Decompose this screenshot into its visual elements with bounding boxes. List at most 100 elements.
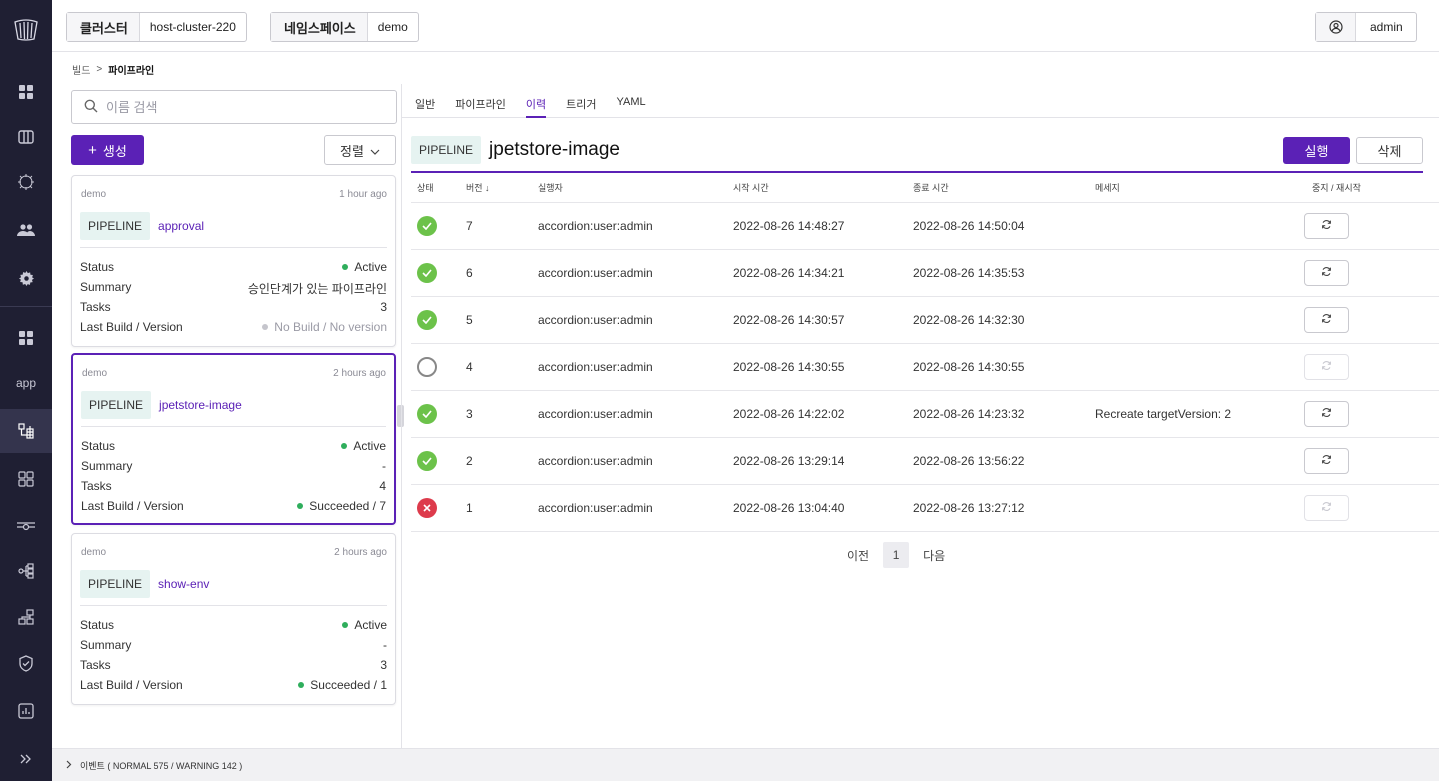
rail-dashboard-icon[interactable]: [0, 70, 52, 114]
rail-apps-icon[interactable]: [0, 316, 52, 360]
build-key: Last Build / Version: [81, 499, 184, 513]
tab-history[interactable]: 이력: [525, 84, 547, 118]
build-value: Succeeded / 7: [297, 499, 386, 513]
history-table: 상태 버전 ↓ 실행자 시작 시간 종료 시간 메세지 중지 / 재시작 7 a…: [411, 173, 1439, 532]
summary-value: -: [382, 459, 386, 473]
rail-settings-icon[interactable]: [0, 256, 52, 300]
namespace-selector[interactable]: 네임스페이스 demo: [270, 12, 419, 42]
search-box[interactable]: [71, 90, 397, 124]
version-cell: 3: [466, 407, 473, 421]
namespace-label: 네임스페이스: [271, 13, 368, 41]
rail-sliders-icon[interactable]: [0, 505, 52, 549]
tab-general[interactable]: 일반: [415, 84, 435, 117]
table-row[interactable]: 5 accordion:user:admin 2022-08-26 14:30:…: [411, 297, 1439, 344]
card-divider: [80, 605, 387, 606]
card-header: PIPELINE show-env: [80, 570, 209, 598]
card-name[interactable]: show-env: [158, 577, 209, 591]
tab-trigger[interactable]: 트리거: [566, 84, 596, 117]
summary-value: -: [383, 638, 387, 652]
breadcrumb-current: 파이프라인: [108, 66, 155, 77]
summary-key: Summary: [80, 280, 132, 294]
user-menu-button[interactable]: admin: [1315, 12, 1417, 42]
card-summary-row: Summary 승인단계가 있는 파이프라인: [80, 280, 387, 297]
restart-button[interactable]: [1304, 307, 1349, 333]
event-bar[interactable]: 이벤트 ( NORMAL 575 / WARNING 142 ): [52, 748, 1439, 781]
card-namespace: demo: [81, 547, 107, 558]
table-row[interactable]: 1 accordion:user:admin 2022-08-26 13:04:…: [411, 485, 1439, 532]
cluster-selector[interactable]: 클러스터 host-cluster-220: [66, 12, 247, 42]
top-bar: 클러스터 host-cluster-220 네임스페이스 demo admin: [52, 0, 1439, 52]
actor-cell: accordion:user:admin: [538, 407, 653, 421]
page-title: jpetstore-image: [489, 139, 620, 160]
pipeline-card-selected[interactable]: demo 2 hours ago PIPELINE jpetstore-imag…: [71, 353, 396, 525]
header-action: 중지 / 재시작: [1312, 183, 1361, 193]
table-row[interactable]: 3 accordion:user:admin 2022-08-26 14:22:…: [411, 391, 1439, 438]
rail-hierarchy-icon[interactable]: [0, 595, 52, 639]
card-summary-row: Summary -: [81, 459, 386, 473]
table-row[interactable]: 6 accordion:user:admin 2022-08-26 14:34:…: [411, 250, 1439, 297]
version-cell: 6: [466, 266, 473, 280]
rail-build-icon[interactable]: [0, 409, 52, 453]
prev-page-button[interactable]: 이전: [847, 547, 869, 564]
card-name[interactable]: jpetstore-image: [159, 398, 242, 412]
success-check-icon: [417, 216, 437, 236]
status-text: Active: [353, 439, 386, 453]
next-page-button[interactable]: 다음: [923, 547, 945, 564]
restart-button[interactable]: [1304, 401, 1349, 427]
rail-app-label: app: [15, 376, 37, 390]
action-cell: [1304, 495, 1349, 521]
status-value: Active: [342, 260, 387, 274]
create-label: 생성: [102, 143, 127, 159]
pipeline-tag: PIPELINE: [411, 136, 482, 164]
card-name[interactable]: approval: [158, 219, 204, 233]
create-button[interactable]: + 생성: [71, 135, 144, 165]
rail-helm-icon[interactable]: [0, 160, 52, 204]
rail-expand-icon[interactable]: [0, 737, 52, 781]
table-row[interactable]: 7 accordion:user:admin 2022-08-26 14:48:…: [411, 203, 1439, 250]
rail-users-icon[interactable]: [0, 208, 52, 252]
restart-button[interactable]: [1304, 260, 1349, 286]
run-button[interactable]: 실행: [1283, 137, 1350, 164]
actor-cell: accordion:user:admin: [538, 219, 653, 233]
success-check-icon: [417, 263, 437, 283]
search-input[interactable]: [106, 99, 366, 115]
pending-circle-icon: [417, 357, 437, 377]
success-dot-icon: [298, 682, 305, 688]
header-status: 상태: [417, 183, 434, 193]
build-text: No Build / No version: [274, 320, 387, 334]
breadcrumb-parent[interactable]: 빌드: [72, 62, 90, 77]
build-text: Succeeded / 1: [310, 678, 387, 692]
header-version[interactable]: 버전 ↓: [466, 181, 490, 194]
build-key: Last Build / Version: [80, 678, 183, 692]
action-cell: [1304, 401, 1349, 427]
rail-chart-icon[interactable]: [0, 689, 52, 733]
table-row[interactable]: 2 accordion:user:admin 2022-08-26 13:29:…: [411, 438, 1439, 485]
status-value: Active: [342, 618, 387, 632]
restart-button[interactable]: [1304, 213, 1349, 239]
card-header: PIPELINE jpetstore-image: [81, 391, 242, 419]
sort-button[interactable]: 정렬: [324, 135, 396, 165]
start-cell: 2022-08-26 13:04:40: [733, 501, 845, 515]
rail-flow-icon[interactable]: [0, 549, 52, 593]
rail-app-item[interactable]: app: [0, 361, 52, 405]
rail-columns-icon[interactable]: [0, 115, 52, 159]
delete-button[interactable]: 삭제: [1356, 137, 1423, 164]
tasks-value: 3: [380, 300, 387, 314]
tab-pipeline[interactable]: 파이프라인: [455, 84, 506, 117]
pipeline-card[interactable]: demo 2 hours ago PIPELINE show-env Statu…: [71, 533, 396, 705]
logo-icon[interactable]: [0, 8, 52, 52]
cluster-label: 클러스터: [67, 13, 140, 41]
version-cell: 5: [466, 313, 473, 327]
card-namespace: demo: [81, 189, 107, 200]
tab-yaml[interactable]: YAML: [616, 84, 645, 117]
table-row[interactable]: 4 accordion:user:admin 2022-08-26 14:30:…: [411, 344, 1439, 391]
message-cell: Recreate targetVersion: 2: [1095, 407, 1232, 421]
pipeline-card[interactable]: demo 1 hour ago PIPELINE approval Status…: [71, 175, 396, 347]
restart-button[interactable]: [1304, 448, 1349, 474]
active-dot-icon: [341, 443, 348, 449]
rail-deploy-icon[interactable]: [0, 457, 52, 501]
end-cell: 2022-08-26 14:32:30: [913, 313, 1025, 327]
rail-shield-icon[interactable]: [0, 641, 52, 685]
restart-button-disabled: [1304, 495, 1349, 521]
page-number-button[interactable]: 1: [883, 542, 910, 568]
